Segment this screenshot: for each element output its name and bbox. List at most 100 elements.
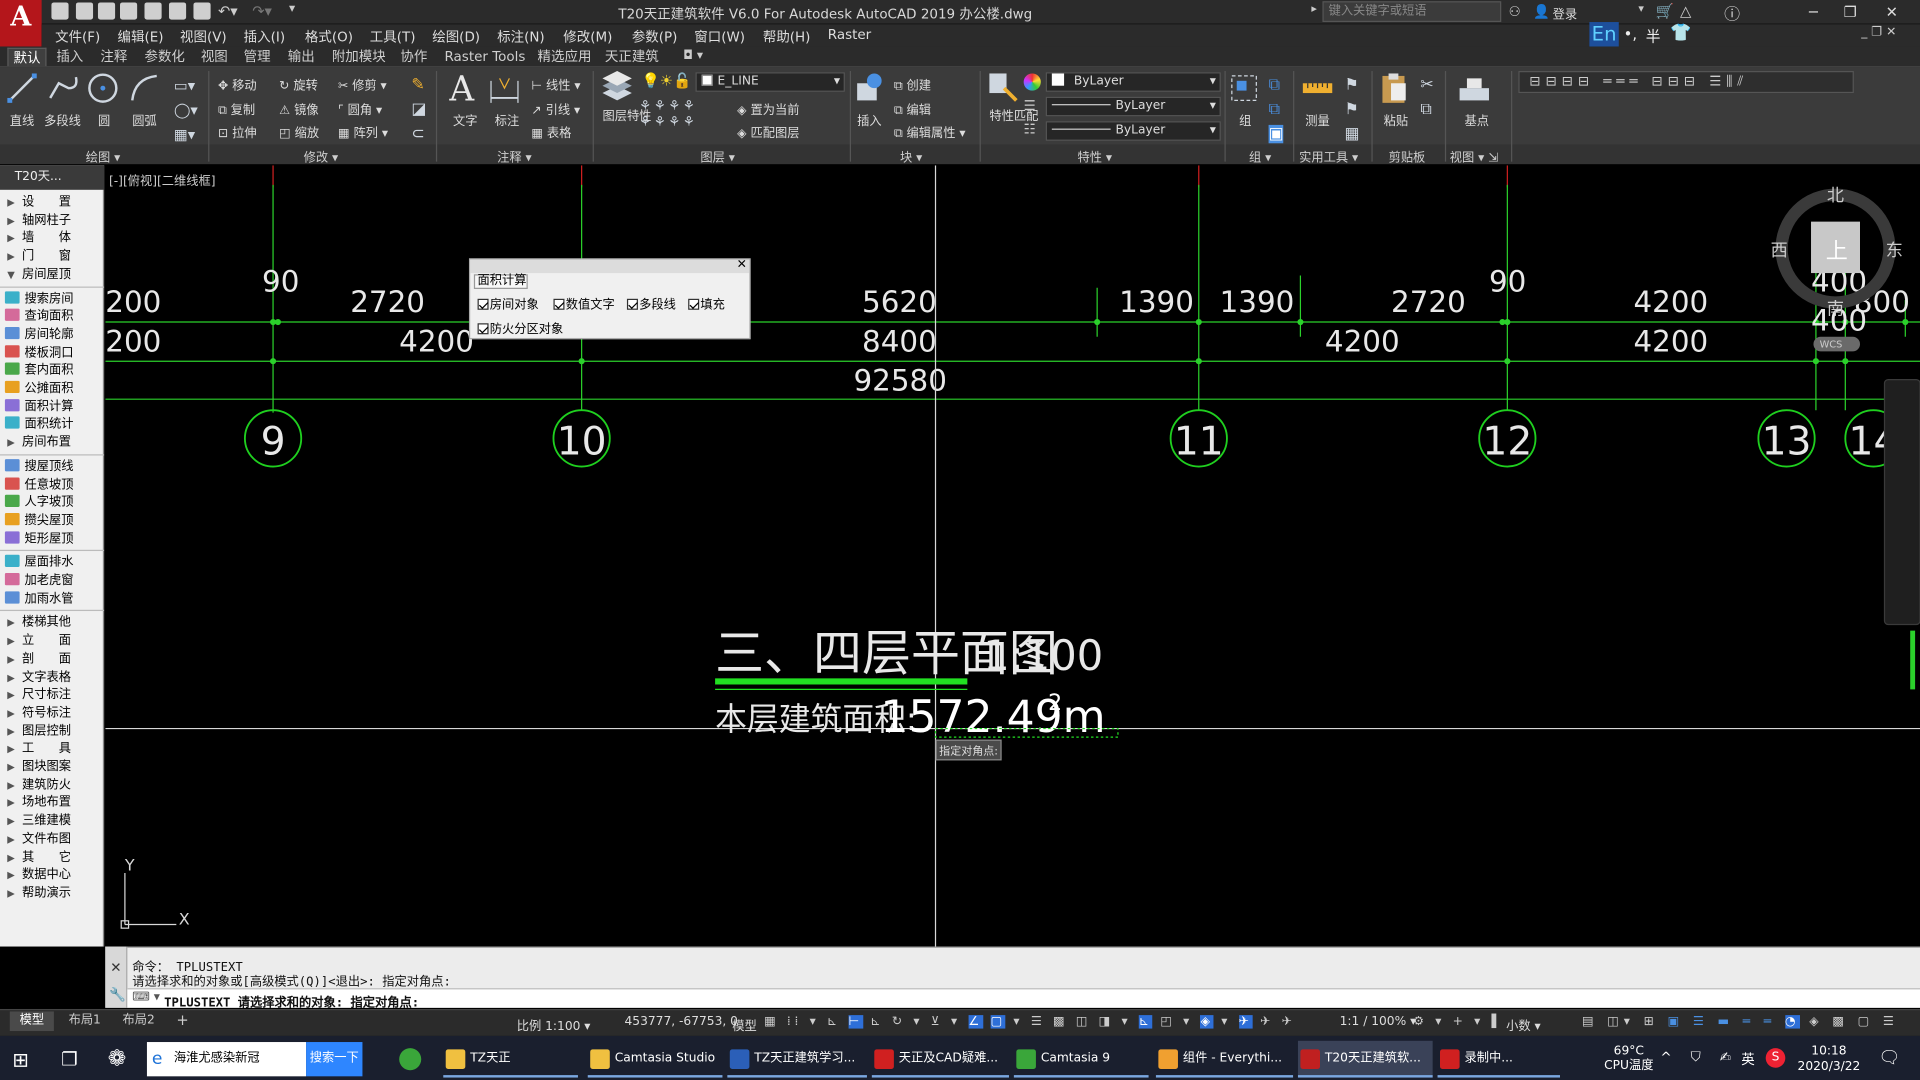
text-label[interactable]: 文字: [453, 110, 477, 128]
menu-raster[interactable]: Raster: [828, 27, 871, 43]
user-icon[interactable]: 👤: [1533, 4, 1550, 20]
palette-item[interactable]: 搜索房间: [0, 290, 104, 308]
tangent-toolbar[interactable]: ⊟⊟⊟⊟ ═══ ⊟⊟⊟ ☰⫼⫽: [1518, 71, 1854, 94]
help-icon[interactable]: ⓘ: [1724, 1, 1740, 24]
scale-readout[interactable]: 比例 1:100 ▾: [517, 1015, 591, 1033]
clipboard-tools-icons[interactable]: ✂ ⧉: [1420, 73, 1433, 122]
group-tools-icons[interactable]: ⧉ ⧉ ▣: [1268, 73, 1284, 146]
insert-label[interactable]: 插入: [857, 110, 881, 128]
copy-button[interactable]: ⧉ 复制: [218, 99, 255, 117]
windows-start-icon[interactable]: ⊞: [12, 1048, 28, 1071]
edit-attribute-button[interactable]: ⧉ 编辑属性 ▾: [894, 122, 966, 140]
menu-edit[interactable]: 编辑(E): [118, 27, 164, 47]
workspace-toggles[interactable]: ⚙ ▾ + ▾ ▌: [1413, 1015, 1505, 1028]
tab-manage[interactable]: 管理: [239, 48, 276, 66]
line-label[interactable]: 直线: [10, 110, 34, 128]
rectangle-icon[interactable]: ▭▾ ◯▾ ▦▾: [174, 73, 198, 146]
palette-item[interactable]: ▶ 图块图案: [0, 758, 104, 776]
autocad-logo-icon[interactable]: A: [0, 0, 42, 47]
cart-icon[interactable]: 🛒: [1656, 2, 1674, 19]
dimension-icon[interactable]: [487, 73, 521, 105]
palette-item[interactable]: 人字坡顶: [0, 494, 104, 512]
checkbox-checked-icon[interactable]: [477, 298, 489, 310]
panel-label-modify[interactable]: 修改 ▾: [304, 147, 339, 165]
color-dropdown[interactable]: ByLayer ▾: [1045, 72, 1221, 92]
polyline-label[interactable]: 多段线: [44, 110, 81, 128]
menu-dimension[interactable]: 标注(N): [497, 27, 545, 47]
login-link[interactable]: 登录: [1553, 4, 1577, 22]
table-button[interactable]: ▦ 表格: [531, 122, 571, 140]
ime-skin-icon[interactable]: 👕: [1670, 23, 1691, 43]
area-calc-toolbar[interactable]: ✕ 面积计算 房间对象 数值文字 多段线 填充 防火分区对象: [468, 258, 751, 340]
palette-item[interactable]: ▶ 楼梯其他: [0, 614, 104, 632]
status-toggles-right[interactable]: ▤ ◫▾ ⊞ ▣ ☰ ▬ ═ ═ ◔ ◈ ▩ ▢ ☰: [1582, 1015, 1899, 1029]
popup-close-icon[interactable]: ✕: [737, 258, 747, 271]
linear-button[interactable]: ⊢ 线性 ▾: [531, 75, 580, 93]
panel-label-layers[interactable]: 图层 ▾: [700, 147, 735, 165]
palette-item[interactable]: ▶ 房间布置: [0, 434, 104, 452]
minimize-icon[interactable]: ─: [1795, 1, 1832, 23]
stretch-button[interactable]: ⊡ 拉伸: [218, 122, 257, 140]
tab-layout2[interactable]: 布局2: [113, 1011, 165, 1031]
palette-item[interactable]: 公摊面积: [0, 380, 104, 398]
menu-modify[interactable]: 修改(M): [563, 27, 612, 47]
app-360-icon[interactable]: ❁: [108, 1046, 126, 1072]
new-file-icon[interactable]: [51, 2, 69, 20]
autodesk-a360-icon[interactable]: △: [1680, 2, 1691, 19]
rotate-button[interactable]: ↻ 旋转: [279, 75, 318, 93]
palette-item[interactable]: 房间轮廓: [0, 326, 104, 344]
drawing-area[interactable]: 9 10 11 12 13 14 200902720 5620 1390 1390 2720904…: [105, 165, 1920, 947]
menu-window[interactable]: 窗口(W): [694, 27, 745, 47]
palette-item[interactable]: ▶ 轴网柱子: [0, 211, 104, 229]
layer-tools-icons[interactable]: ⚘⚘⚘⚘ ⚘⚘⚘⚘: [639, 98, 697, 130]
circle-icon[interactable]: [86, 71, 120, 105]
checkbox-checked-icon[interactable]: [477, 323, 489, 335]
tab-addins[interactable]: 附加模块: [327, 48, 391, 66]
ime-halfwidth[interactable]: 半: [1646, 26, 1661, 47]
viewcube-top[interactable]: 上: [1826, 239, 1848, 264]
viewcube-west[interactable]: 西: [1771, 241, 1788, 261]
scroll-indicator[interactable]: [1910, 630, 1916, 690]
match-layer-button[interactable]: ◈ 匹配图层: [737, 122, 799, 140]
panel-label-properties[interactable]: 特性 ▾: [1078, 147, 1113, 165]
checkbox-checked-icon[interactable]: [688, 298, 700, 310]
erase-icon[interactable]: ✎ ◪ ⊂: [411, 73, 426, 146]
group-label[interactable]: 组: [1239, 110, 1251, 128]
panel-label-clipboard[interactable]: 剪贴板: [1389, 147, 1426, 165]
close-icon[interactable]: ✕: [1873, 1, 1910, 23]
annotation-scale[interactable]: 1:1 / 100% ▾: [1340, 1015, 1417, 1028]
ime-punct-icon[interactable]: •,: [1624, 26, 1637, 43]
palette-item[interactable]: 任意坡顶: [0, 476, 104, 494]
popup-drag-handle[interactable]: [470, 259, 750, 274]
panel-label-utilities[interactable]: 实用工具 ▾: [1299, 147, 1358, 165]
panel-label-annotation[interactable]: 注释 ▾: [497, 147, 532, 165]
menu-help[interactable]: 帮助(H): [763, 27, 811, 47]
coordinates-readout[interactable]: 453777, -67753, 0: [624, 1015, 737, 1028]
ribbon-minimize-icon[interactable]: ◘ ▾: [683, 49, 703, 62]
taskbar-app[interactable]: TZ天正建筑学习...: [727, 1041, 867, 1078]
taskbar-app[interactable]: Camtasia Studio: [587, 1041, 723, 1078]
save-as-icon[interactable]: [120, 2, 138, 20]
menu-insert[interactable]: 插入(I): [244, 27, 285, 47]
viewcube-north[interactable]: 北: [1827, 186, 1844, 206]
palette-item[interactable]: ▶ 工 具: [0, 740, 104, 758]
palette-item[interactable]: 套内面积: [0, 362, 104, 380]
palette-item[interactable]: ▶ 数据中心: [0, 866, 104, 884]
tab-layout1[interactable]: 布局1: [59, 1011, 111, 1031]
tab-annotate[interactable]: 注释: [96, 48, 133, 66]
taskbar-app[interactable]: 组件 - Everythi...: [1155, 1041, 1294, 1078]
checkbox-checked-icon[interactable]: [553, 298, 565, 310]
trim-button[interactable]: ✂ 修剪 ▾: [338, 75, 387, 93]
tab-parametric[interactable]: 参数化: [140, 48, 190, 66]
open-file-icon[interactable]: [75, 2, 94, 20]
match-properties-icon[interactable]: [987, 71, 1019, 105]
print-icon[interactable]: [193, 2, 211, 20]
tab-insert[interactable]: 插入: [51, 48, 88, 66]
taskbar-app[interactable]: Camtasia 9: [1013, 1041, 1149, 1078]
taskbar-app[interactable]: 天正及CAD疑难...: [871, 1041, 1009, 1078]
viewcube-wcs[interactable]: WCS: [1820, 340, 1843, 351]
leader-button[interactable]: ↗ 引线 ▾: [531, 99, 580, 117]
command-prompt-icon[interactable]: ⌨ ▾: [132, 991, 160, 1004]
restore-icon[interactable]: ❐: [1832, 1, 1869, 23]
palette-item[interactable]: ▶ 场地布置: [0, 794, 104, 812]
